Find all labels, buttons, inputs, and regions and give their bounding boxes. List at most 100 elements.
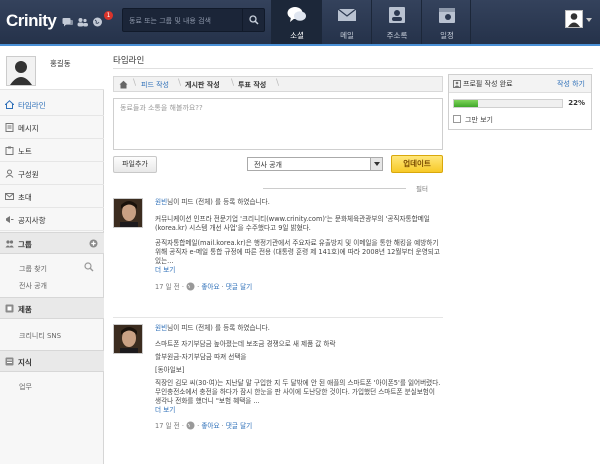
author-photo bbox=[114, 325, 142, 353]
member-icon bbox=[5, 169, 14, 178]
tab-separator: \ bbox=[178, 78, 182, 88]
tab-board[interactable]: 게시판 작성 bbox=[185, 80, 220, 90]
post-author-avatar[interactable] bbox=[113, 324, 143, 354]
like-link[interactable]: 좋아요 bbox=[201, 422, 219, 430]
attach-file-button[interactable]: 파일추가 bbox=[113, 156, 157, 173]
group-icon bbox=[5, 240, 14, 248]
sidebar-subitem-company-public[interactable]: 전사 공개 bbox=[19, 281, 47, 291]
home-icon[interactable] bbox=[119, 80, 128, 89]
search-input[interactable] bbox=[129, 13, 241, 28]
post-paragraph: 스마트폰 자기부담금 높아졌는데 보조금 경쟁으로 새 제품 값 하락 bbox=[155, 340, 336, 348]
tab-separator: \ bbox=[231, 78, 235, 88]
chat-bubbles-icon bbox=[287, 7, 306, 22]
sidebar-subitem-crinity-sns[interactable]: 크리니티 SNS bbox=[19, 331, 61, 341]
post-time: 17 일 전 bbox=[155, 283, 180, 291]
tab-separator: \ bbox=[133, 78, 137, 88]
sidebar-item-notices[interactable]: 공지사항 bbox=[0, 209, 104, 231]
post-action-text: 님이 피드 (전체) 를 등록 하였습니다. bbox=[167, 324, 270, 332]
sidebar-section-products[interactable]: 제품 bbox=[0, 297, 104, 319]
sidebar-item-members[interactable]: 구성원 bbox=[0, 163, 104, 185]
hide-checkbox-label[interactable]: 그만 보기 bbox=[465, 115, 493, 125]
sidebar-section-label: 제품 bbox=[18, 305, 32, 314]
note-icon bbox=[5, 146, 14, 155]
avatar-icon bbox=[568, 13, 580, 27]
sidebar-item-label: 타임라인 bbox=[18, 101, 46, 110]
nav-tab-label: 메일 bbox=[340, 31, 354, 40]
nav-tab-social[interactable]: 소셜 bbox=[271, 0, 321, 44]
sidebar-item-messages[interactable]: 메시지 bbox=[0, 117, 104, 139]
default-user-icon bbox=[10, 61, 32, 85]
divider bbox=[113, 317, 443, 318]
add-group-icon[interactable] bbox=[89, 239, 98, 248]
like-link[interactable]: 좋아요 bbox=[201, 283, 219, 291]
post-author-name[interactable]: 원빈 bbox=[155, 324, 167, 332]
globe-icon[interactable] bbox=[92, 17, 103, 27]
sidebar-item-invite[interactable]: 초대 bbox=[0, 186, 104, 208]
chat-icon[interactable] bbox=[62, 17, 73, 27]
app-logo[interactable]: Crinity bbox=[6, 11, 57, 31]
top-navigation-bar: Crinity 1 소셜 메일 주소록 일정 bbox=[0, 0, 600, 46]
visibility-select[interactable]: 전사 공개 bbox=[247, 157, 383, 171]
visibility-value: 전사 공개 bbox=[254, 161, 282, 169]
nav-tab-label: 소셜 bbox=[290, 31, 304, 40]
profile-progress-fill bbox=[454, 100, 478, 107]
sidebar-subitem-find-group[interactable]: 그룹 찾기 bbox=[19, 264, 47, 274]
profile-card-icon bbox=[453, 80, 461, 88]
search-icon bbox=[249, 15, 259, 25]
profile-completion-box: 프로필 작성 완료 작성 하기 22% 그만 보기 bbox=[448, 74, 592, 130]
user-name[interactable]: 홍길동 bbox=[50, 58, 71, 69]
read-more-link[interactable]: 더 보기 bbox=[155, 266, 175, 274]
post-author-name[interactable]: 원빈 bbox=[155, 198, 167, 206]
nav-tab-contacts[interactable]: 주소록 bbox=[371, 0, 421, 44]
post-composer: \ 피드 작성 \ 게시판 작성 \ 투표 작성 \ 파일추가 전사 공개 업데… bbox=[113, 76, 443, 188]
post-meta: 17 일 전 · · 좋아요 · 댓글 달기 bbox=[155, 281, 441, 291]
filter-row: 필터 bbox=[113, 183, 443, 193]
knowledge-icon bbox=[5, 357, 14, 366]
filter-link[interactable]: 필터 bbox=[416, 183, 428, 193]
search-button[interactable] bbox=[242, 9, 264, 31]
megaphone-icon bbox=[6, 216, 14, 223]
update-button[interactable]: 업데이트 bbox=[391, 155, 443, 173]
sidebar-profile: 홍길동 bbox=[0, 48, 104, 90]
post-body: 원빈님이 피드 (전체) 를 등록 하였습니다. 스마트폰 자기부담금 높아졌는… bbox=[155, 324, 441, 430]
nav-tab-label: 일정 bbox=[440, 31, 454, 40]
sidebar-subitem-work[interactable]: 업무 bbox=[19, 382, 32, 392]
hide-checkbox[interactable] bbox=[453, 115, 461, 123]
tab-feed[interactable]: 피드 작성 bbox=[141, 80, 169, 90]
post-body: 원빈님이 피드 (전체) 를 등록 하였습니다. 커뮤니케이션 인프라 전문기업… bbox=[155, 198, 441, 291]
nav-tab-calendar[interactable]: 일정 bbox=[421, 0, 471, 44]
search-icon[interactable] bbox=[84, 262, 94, 272]
tab-poll[interactable]: 투표 작성 bbox=[238, 80, 266, 90]
people-icon[interactable] bbox=[77, 17, 88, 27]
nav-tab-label: 주소록 bbox=[386, 31, 408, 40]
post-author-avatar[interactable] bbox=[113, 198, 143, 228]
user-avatar-menu[interactable] bbox=[565, 10, 583, 28]
nav-tab-mail[interactable]: 메일 bbox=[321, 0, 371, 44]
write-profile-link[interactable]: 작성 하기 bbox=[557, 79, 585, 89]
notification-badge[interactable]: 1 bbox=[104, 11, 113, 20]
read-more-link[interactable]: 더 보기 bbox=[155, 406, 175, 414]
globe-icon bbox=[186, 282, 195, 291]
composer-tabs: \ 피드 작성 \ 게시판 작성 \ 투표 작성 \ bbox=[113, 76, 443, 92]
post-paragraph: 할부원금-자기부담금 따져 선택을 bbox=[155, 353, 247, 361]
avatar[interactable] bbox=[6, 56, 36, 86]
chevron-down-icon[interactable] bbox=[370, 158, 382, 170]
sidebar-item-notes[interactable]: 노트 bbox=[0, 140, 104, 162]
sidebar-item-label: 초대 bbox=[18, 193, 32, 202]
sidebar-section-knowledge[interactable]: 지식 bbox=[0, 350, 104, 372]
post-time: 17 일 전 bbox=[155, 422, 180, 430]
sidebar-item-label: 구성원 bbox=[18, 170, 39, 179]
post-header: 원빈님이 피드 (전체) 를 등록 하였습니다. bbox=[155, 324, 441, 333]
tab-separator: \ bbox=[276, 78, 280, 88]
sidebar-item-timeline[interactable]: 타임라인 bbox=[0, 94, 104, 116]
sidebar-item-label: 공지사항 bbox=[18, 216, 46, 225]
comment-link[interactable]: 댓글 달기 bbox=[226, 283, 252, 291]
contacts-icon bbox=[389, 7, 405, 23]
chevron-down-icon[interactable] bbox=[586, 18, 592, 22]
post-input[interactable] bbox=[113, 98, 443, 150]
comment-link[interactable]: 댓글 달기 bbox=[226, 422, 252, 430]
envelope-icon bbox=[337, 8, 357, 21]
message-icon bbox=[5, 123, 14, 132]
product-icon bbox=[5, 304, 14, 313]
sidebar-section-group[interactable]: 그룹 bbox=[0, 232, 104, 254]
